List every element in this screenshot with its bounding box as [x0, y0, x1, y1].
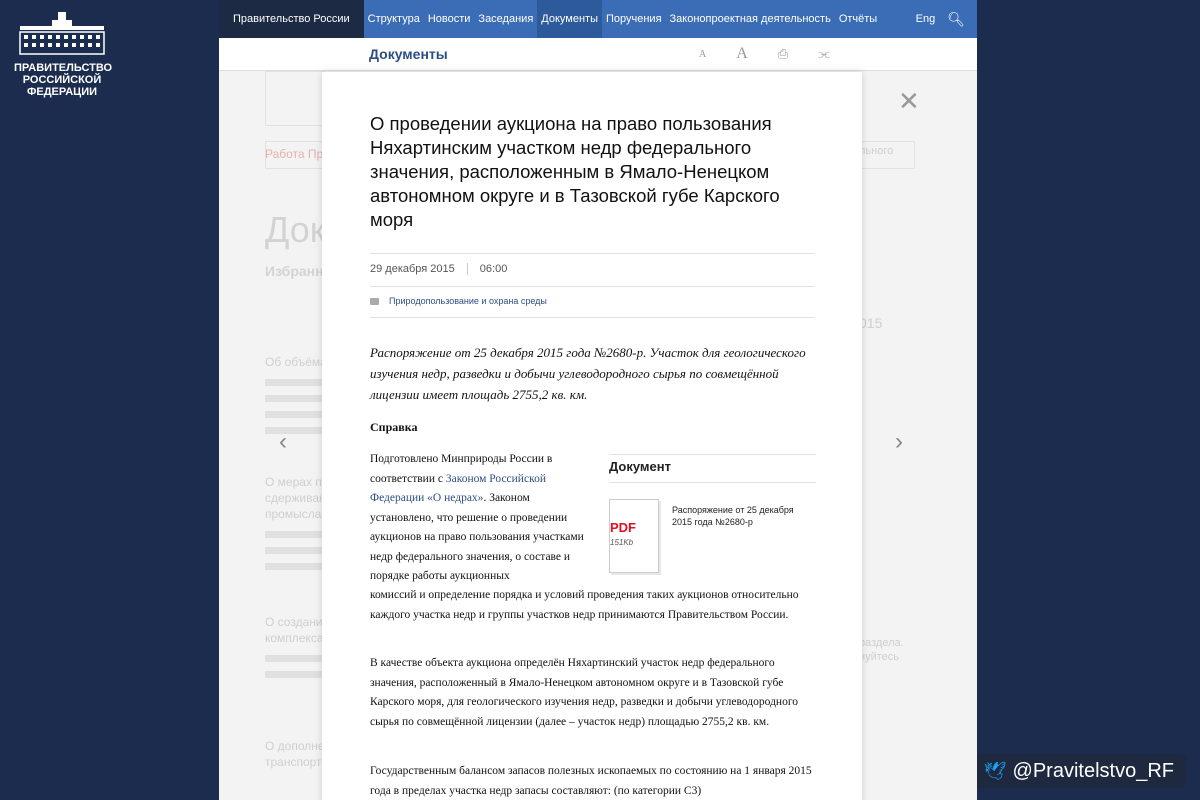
paragraph-2: В качестве объекта аукциона определён Ня… — [370, 657, 798, 728]
paragraph-text: . Законом установлено, что решение о про… — [370, 492, 584, 582]
bg-right-line: раздела. — [859, 637, 904, 649]
attached-document-name[interactable]: Распоряжение от 25 декабря 2015 года №26… — [672, 504, 812, 528]
bg-year: 015 — [859, 315, 883, 331]
twitter-badge[interactable]: 🕊 @Pravitelstvo_RF — [971, 754, 1186, 788]
bg-snippet: О мерах по — [265, 475, 329, 489]
nav-item-documents[interactable]: Документы — [537, 0, 602, 38]
emblem-line: РОССИЙСКОЙ — [22, 74, 102, 86]
paragraph-1-top: Подготовлено Минприроды России в соответ… — [370, 450, 590, 587]
document-modal: О проведении аукциона на право пользован… — [322, 72, 862, 800]
bg-text-line — [265, 671, 325, 678]
bg-snippet: транспорта — [265, 755, 329, 769]
bg-text-line — [265, 531, 325, 538]
print-icon[interactable]: ⎙ — [778, 46, 788, 62]
share-icon[interactable]: ⫘ — [818, 46, 830, 62]
government-building-icon — [19, 12, 105, 55]
attached-document-heading: Документ — [609, 454, 816, 482]
document-lead: Распоряжение от 25 декабря 2015 года №26… — [370, 345, 806, 402]
emblem-title: ПРАВИТЕЛЬСТВО РОССИЙСКОЙ ФЕДЕРАЦИИ — [14, 62, 113, 98]
bg-text-line — [265, 427, 325, 434]
divider — [370, 286, 815, 287]
bg-text-line — [265, 379, 325, 386]
prev-arrow-icon[interactable]: ‹ — [279, 428, 287, 456]
site-panel: Правительство России Структура Новости З… — [219, 0, 977, 800]
attached-document-box: Документ PDF 151Kb Распоряжение от 25 де… — [609, 454, 816, 573]
divider — [609, 482, 816, 483]
close-icon[interactable]: ✕ — [898, 86, 920, 117]
bg-snippet: комплекса — [265, 631, 324, 645]
bg-snippet: сдерживан — [265, 491, 326, 505]
nav-item-meetings[interactable]: Заседания — [474, 0, 537, 38]
next-arrow-icon[interactable]: › — [895, 428, 903, 456]
paragraph-1-bottom: комиссий и определение порядка и условий… — [370, 589, 799, 621]
pdf-size: 151Kb — [610, 538, 634, 547]
top-navigation: Правительство России Структура Новости З… — [219, 0, 977, 38]
bg-snippet: промысла — [265, 507, 322, 521]
bg-snippet: О дополне — [265, 739, 325, 753]
government-emblem[interactable]: ПРАВИТЕЛЬСТВО РОССИЙСКОЙ ФЕДЕРАЦИИ — [14, 10, 114, 98]
bg-heading: Док — [265, 209, 326, 250]
font-increase-icon[interactable]: A — [736, 45, 748, 63]
nav-item-reports[interactable]: Отчёты — [835, 0, 881, 38]
nav-brand[interactable]: Правительство России — [219, 0, 364, 38]
document-time: 06:00 — [479, 263, 508, 275]
twitter-bird-icon: 🕊 — [983, 760, 1007, 781]
emblem-line: ФЕДЕРАЦИИ — [26, 86, 98, 98]
divider — [370, 317, 815, 318]
pdf-label: PDF — [610, 520, 636, 535]
emblem-line: ПРАВИТЕЛЬСТВО — [14, 62, 113, 74]
bg-text-line — [265, 655, 325, 662]
pdf-file-icon[interactable]: PDF 151Kb — [609, 499, 659, 573]
nav-item-instructions[interactable]: Поручения — [602, 0, 666, 38]
divider — [370, 253, 815, 254]
bg-emblem-frame — [265, 71, 325, 126]
language-switch[interactable]: Eng — [904, 0, 948, 38]
bg-text-line — [265, 547, 325, 554]
search-icon[interactable]: 🔍︎ — [947, 0, 977, 38]
document-meta: 29 декабря 2015 06:00 — [370, 263, 507, 275]
page-tools: A A ⎙ ⫘ — [699, 45, 830, 63]
section-title[interactable]: Документы — [369, 46, 448, 62]
section-heading: Справка — [370, 420, 418, 434]
bg-text-line — [265, 563, 325, 570]
folder-icon — [370, 297, 379, 305]
bg-text-line — [265, 411, 325, 418]
meta-separator — [466, 263, 468, 275]
document-tag[interactable]: Природопользование и охрана среды — [370, 296, 547, 306]
bg-subheading: Избранн — [265, 263, 324, 279]
font-decrease-icon[interactable]: A — [699, 49, 706, 60]
nav-item-legislation[interactable]: Законопроектная деятельность — [666, 0, 835, 38]
tag-label: Природопользование и охрана среды — [389, 296, 547, 306]
bg-right-snippet: льного — [859, 145, 894, 157]
bg-snippet: Об объёма — [265, 355, 327, 369]
bg-work-link: Работа Пр — [265, 147, 324, 161]
bg-text-line — [265, 395, 325, 402]
document-title: О проведении аукциона на право пользован… — [370, 113, 780, 230]
nav-item-structure[interactable]: Структура — [364, 0, 424, 38]
nav-item-news[interactable]: Новости — [424, 0, 475, 38]
document-date: 29 декабря 2015 — [370, 263, 455, 275]
paragraph-3: Государственным балансом запасов полезны… — [370, 765, 812, 797]
bg-snippet: О создани — [265, 615, 323, 629]
twitter-handle: @Pravitelstvo_RF — [1012, 759, 1174, 782]
section-bar: Документы A A ⎙ ⫘ — [219, 38, 977, 71]
bg-right-line: нуйтесь — [859, 651, 899, 663]
